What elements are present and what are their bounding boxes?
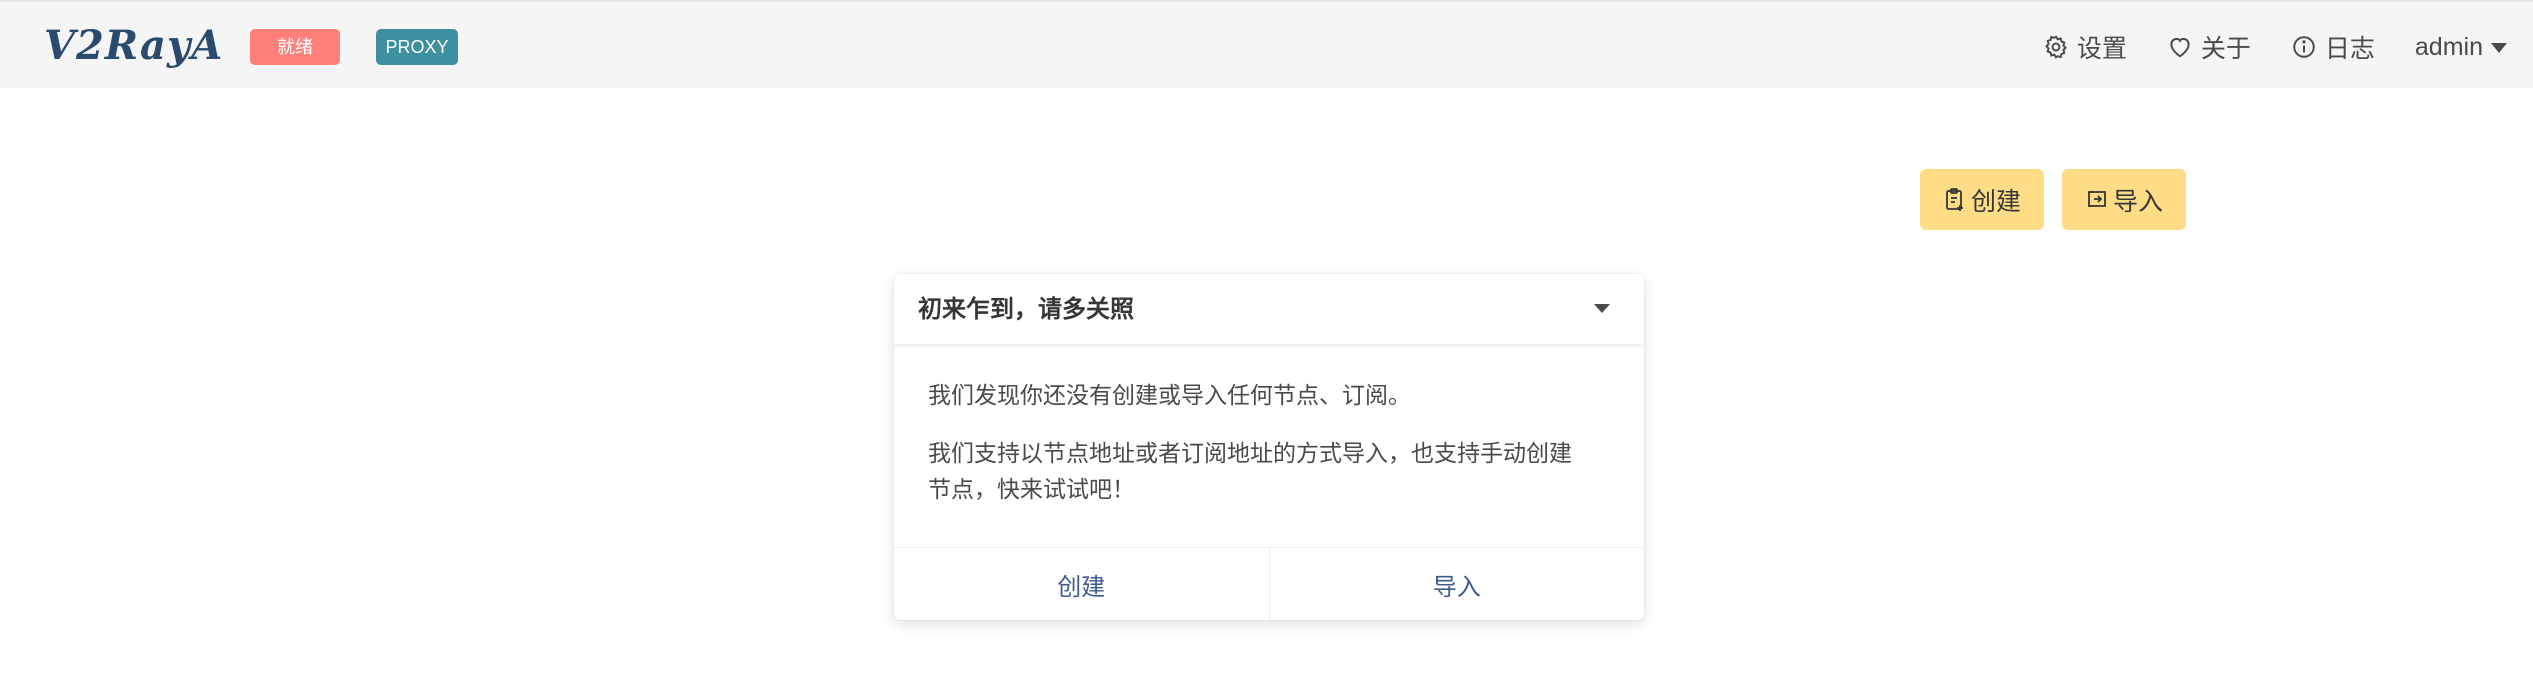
nav-about-label: 关于 (2200, 35, 2251, 63)
welcome-card-body: 我们发现你还没有创建或导入任何节点、订阅。 我们支持以节点地址或者订阅地址的方式… (894, 344, 1644, 508)
import-button[interactable]: 导入 (2062, 169, 2186, 230)
nav-about[interactable]: 关于 (2167, 29, 2251, 65)
create-button[interactable]: 创建 (1920, 169, 2044, 230)
welcome-message-2-line-2: 节点，快来试试吧！ (928, 477, 1135, 503)
info-icon (2293, 36, 2315, 58)
card-import-link[interactable]: 导入 (1268, 548, 1645, 620)
caret-down-icon[interactable] (1594, 304, 1610, 313)
welcome-message-2-line-1: 我们支持以节点地址或者订阅地址的方式导入，也支持手动创建 (928, 441, 1572, 467)
welcome-card: 初来乍到，请多关照 我们发现你还没有创建或导入任何节点、订阅。 我们支持以节点地… (894, 274, 1644, 620)
create-button-label: 创建 (1970, 186, 2021, 216)
welcome-message-2: 我们支持以节点地址或者订阅地址的方式导入，也支持手动创建 节点，快来试试吧！ (928, 436, 1610, 508)
user-name: admin (2414, 32, 2483, 61)
card-create-link[interactable]: 创建 (894, 548, 1269, 620)
welcome-card-footer: 创建 导入 (894, 547, 1644, 620)
user-menu[interactable]: admin (2415, 33, 2507, 62)
caret-down-icon (2491, 43, 2507, 53)
nav-log-label: 日志 (2324, 35, 2375, 63)
gear-icon (2044, 35, 2067, 59)
import-arrow-icon (2088, 190, 2106, 207)
nav-settings[interactable]: 设置 (2043, 29, 2127, 65)
welcome-card-header[interactable]: 初来乍到，请多关照 (894, 274, 1644, 344)
welcome-card-title: 初来乍到，请多关照 (918, 295, 1134, 323)
app-logo[interactable]: V2RayA (44, 22, 223, 70)
nav-log[interactable]: 日志 (2291, 29, 2375, 65)
proxy-mode-badge[interactable]: PROXY (376, 29, 458, 65)
nav-menu: 设置 关于 日志 admin (2003, 28, 2507, 66)
status-badge: 就绪 (250, 29, 340, 65)
clipboard-plus-icon (1946, 187, 1963, 211)
import-button-label: 导入 (2112, 186, 2163, 216)
top-navbar: V2RayA 就绪 PROXY 设置 关于 日志 admin (0, 0, 2533, 88)
nav-settings-label: 设置 (2076, 35, 2127, 63)
heart-icon (2170, 37, 2190, 58)
welcome-message-1: 我们发现你还没有创建或导入任何节点、订阅。 (928, 383, 1411, 409)
